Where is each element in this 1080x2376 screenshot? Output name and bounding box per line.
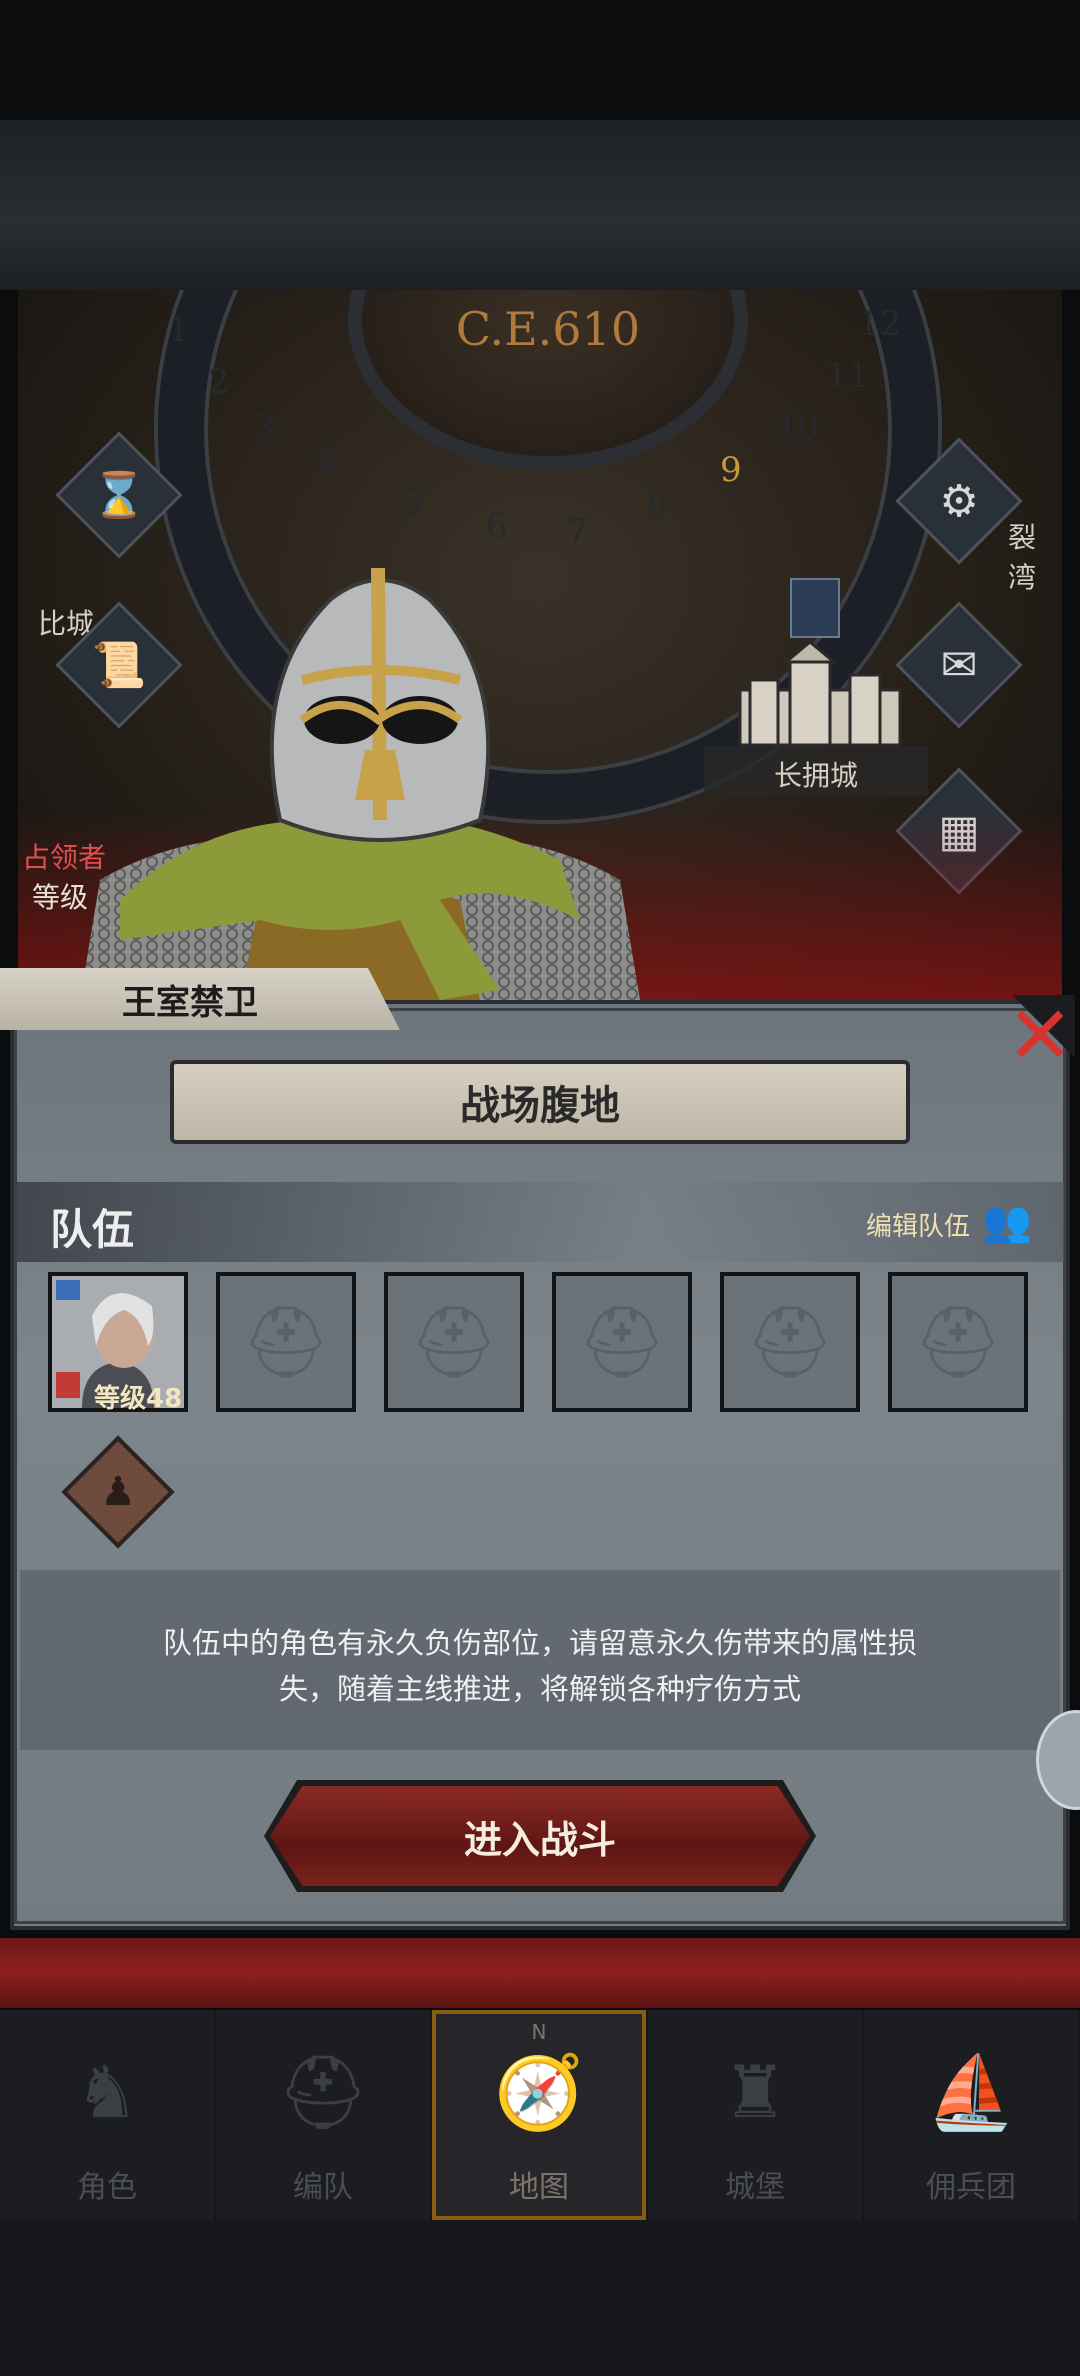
nav-item-formation[interactable]: ⛑ 编队 — [216, 2010, 432, 2220]
dial-number: 8 — [646, 486, 668, 526]
close-icon[interactable]: ✕ — [1000, 996, 1080, 1076]
nav-label: 角色 — [77, 2170, 137, 2205]
dial-number: 10 — [776, 408, 820, 448]
empty-helmet-icon: ⛑ — [409, 1300, 499, 1383]
nav-label: 佣兵团 — [926, 2170, 1016, 2205]
dial-number: 2 — [208, 362, 230, 402]
notice-line: 失，随着主线推进，将解锁各种疗伤方式 — [278, 1672, 801, 1706]
enemy-knight-portrait — [80, 567, 640, 1000]
team-slot-empty[interactable]: ⛑ — [888, 1272, 1028, 1412]
dial-number: 4 — [316, 440, 338, 480]
nav-label: 地图 — [509, 2170, 569, 2205]
bottom-nav: ♞ 角色 ⛑ 编队 N 🧭 地图 ♜ 城堡 ⛵ 佣兵团 — [0, 2010, 1080, 2220]
castle-icon: ♜ — [722, 2050, 788, 2134]
nav-label: 城堡 — [725, 2170, 785, 2205]
top-header-band — [0, 120, 1080, 290]
hero-level: 等级48 — [94, 1384, 183, 1414]
knight-icon: ♞ — [74, 2050, 140, 2134]
empty-helmet-icon: ⛑ — [577, 1300, 667, 1383]
year-display: C.E.610 — [455, 302, 641, 356]
ship-icon: ⛵ — [926, 2050, 1016, 2134]
castle-icon[interactable] — [730, 640, 910, 750]
notice-line: 队伍中的角色有永久负伤部位，请留意永久伤带来的属性损 — [162, 1626, 917, 1660]
team-slot-empty[interactable]: ⛑ — [384, 1272, 524, 1412]
mail-icon: ✉ — [940, 639, 978, 691]
team-slot-empty[interactable]: ⛑ — [552, 1272, 692, 1412]
enter-battle-button[interactable]: 进入战斗 — [270, 1786, 810, 1886]
bottom-band — [0, 2220, 1080, 2376]
empty-helmet-icon: ⛑ — [745, 1300, 835, 1383]
team-title: 队伍 — [50, 1205, 135, 1254]
dial-number-current: 9 — [720, 450, 742, 490]
empty-helmet-icon: ⛑ — [913, 1300, 1003, 1383]
right-edge-label: 裂湾 — [1008, 521, 1037, 594]
team-slot-empty[interactable]: ⛑ — [720, 1272, 860, 1412]
injury-body-icon[interactable]: ♟ — [78, 1452, 158, 1532]
edit-team-icon[interactable]: 👥 — [982, 1198, 1032, 1245]
castle-label: 长拥城 — [773, 759, 858, 792]
stage-title: 战场腹地 — [170, 1060, 910, 1144]
compass-map-icon: 🧭 — [494, 2050, 584, 2134]
injury-notice: 队伍中的角色有永久负伤部位，请留意永久伤带来的属性损 失，随着主线推进，将解锁各… — [120, 1620, 960, 1712]
empty-helmet-icon: ⛑ — [241, 1300, 331, 1383]
dial-number: 12 — [858, 304, 902, 344]
castle-banner — [790, 578, 840, 638]
team-slot-empty[interactable]: ⛑ — [216, 1272, 356, 1412]
red-divider-strip — [0, 1938, 1080, 2008]
edit-team-button[interactable]: 编辑队伍 — [866, 1206, 970, 1243]
nav-label: 编队 — [293, 2170, 353, 2205]
dial-number: 11 — [826, 356, 870, 396]
nav-item-map[interactable]: N 🧭 地图 — [432, 2010, 648, 2220]
dial-number: 3 — [254, 408, 276, 448]
nav-item-character[interactable]: ♞ 角色 — [0, 2010, 216, 2220]
nav-item-mercenary[interactable]: ⛵ 佣兵团 — [864, 2010, 1080, 2220]
compass-north-label: N — [531, 2020, 547, 2044]
helmet-icon: ⛑ — [277, 2050, 369, 2134]
dial-number: 1 — [168, 310, 190, 350]
gear-icon: ⚙ — [939, 475, 979, 527]
enemy-name-tag: 王室禁卫 — [0, 968, 400, 1030]
nav-item-castle[interactable]: ♜ 城堡 — [648, 2010, 864, 2220]
dial-number: 5 — [402, 482, 424, 522]
